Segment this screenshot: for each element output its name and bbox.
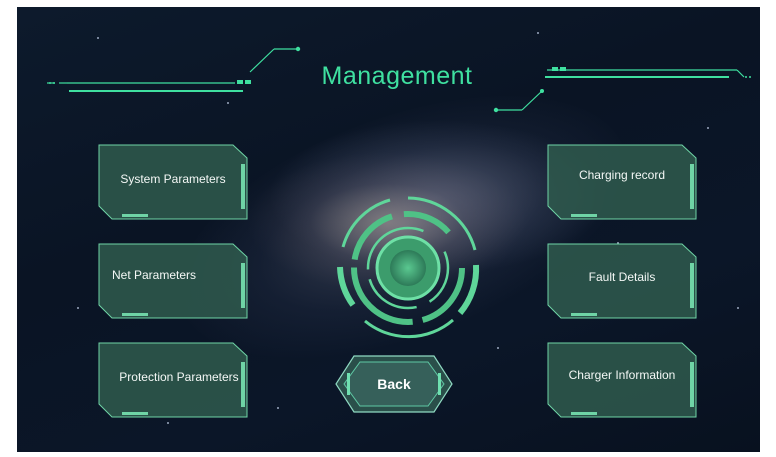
charger-information-button[interactable]: Charger Information xyxy=(547,342,697,418)
system-parameters-label: System Parameters xyxy=(120,172,226,186)
fault-details-label: Fault Details xyxy=(588,270,656,284)
page-title: Management xyxy=(321,62,473,90)
screen: Management System Parameters Net Paramet… xyxy=(17,7,760,452)
fault-details-button[interactable]: Fault Details xyxy=(547,243,697,319)
charging-record-button[interactable]: Charging record xyxy=(547,144,697,220)
net-parameters-button[interactable]: Net Parameters xyxy=(98,243,248,319)
system-parameters-button[interactable]: System Parameters xyxy=(98,144,248,220)
back-button[interactable]: Back xyxy=(334,354,454,414)
center-emblem-icon xyxy=(337,196,480,339)
protection-parameters-button[interactable]: Protection Parameters xyxy=(98,342,248,418)
protection-parameters-label: Protection Parameters xyxy=(119,370,239,384)
net-parameters-label: Net Parameters xyxy=(112,268,197,282)
back-button-label: Back xyxy=(377,376,411,392)
charging-record-label: Charging record xyxy=(578,168,666,182)
panel-frame xyxy=(547,144,697,220)
charger-information-label: Charger Information xyxy=(568,368,676,382)
